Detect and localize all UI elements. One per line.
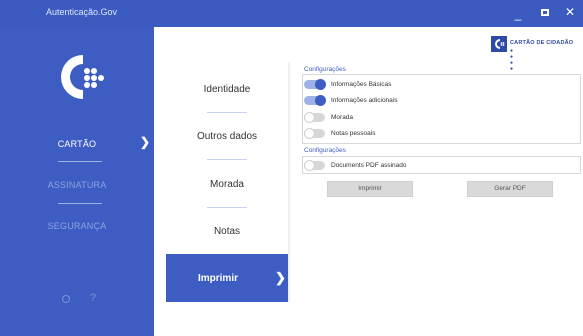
brand-text: CARTÃO DE CIDADÃO [510,40,574,46]
sidebar-divider [58,203,102,204]
toggle-label: Morada [331,114,354,121]
sidebar-item-seguranca[interactable]: SEGURANÇA [0,216,154,236]
sidebar-item-assinatura[interactable]: ASSINATURA [0,175,154,195]
app-title: Autenticação.Gov [46,7,118,17]
help-icon[interactable]: ? [90,292,96,304]
settings-icon[interactable] [62,295,70,303]
title-bar: Autenticação.Gov _ ✕ [0,0,583,27]
maximize-icon [541,9,549,16]
app-logo-icon [61,55,104,99]
sidebar-divider [58,161,102,162]
chevron-right-icon: ❯ [275,270,286,285]
close-button[interactable]: ✕ [562,4,578,20]
menu-item-notas[interactable]: Notas [166,226,288,237]
menu-item-imprimir[interactable]: Imprimir ❯ [166,254,288,302]
toggle-label: Informações adicionais [331,97,398,104]
panel-divider [288,62,290,302]
sidebar-item-label: ASSINATURA [47,180,107,190]
toggle-switch[interactable] [304,79,326,90]
maximize-button[interactable] [537,4,553,20]
toggle-knob [315,79,326,90]
toggle-label: Documents PDF assinado [331,162,407,169]
toggle-label: Informações Básicas [331,81,392,88]
menu-item-morada[interactable]: Morada [166,179,288,190]
menu-item-identidade[interactable]: Identidade [166,84,288,95]
toggle-knob [304,112,315,123]
generate-pdf-button[interactable]: Gerar PDF [467,181,553,197]
toggle-switch[interactable] [304,160,325,171]
toggle-label: Notas pessoais [331,130,376,137]
toggle-switch[interactable] [304,112,325,123]
toggle-switch[interactable] [304,128,325,139]
menu-divider [207,112,247,113]
menu-divider [207,159,247,160]
print-button[interactable]: Imprimir [327,181,413,197]
cartao-cidadao-logo-icon [491,36,507,52]
sidebar: CARTÃO ❯ ASSINATURA SEGURANÇA ? [0,27,154,336]
sidebar-item-cartao[interactable]: CARTÃO [0,134,154,154]
toggle-switch[interactable] [304,95,326,106]
menu-item-outros-dados[interactable]: Outros dados [166,131,288,142]
sidebar-item-label: SEGURANÇA [47,221,107,231]
menu-item-label: Imprimir [197,273,238,284]
menu-divider [207,207,247,208]
section-title: Configurações [304,66,346,73]
toggle-knob [315,95,326,106]
sidebar-item-label: CARTÃO [57,139,97,149]
section-title: Configurações [304,147,346,154]
brand-dots: ● ● ● ● [510,48,515,72]
toggle-knob [304,128,315,139]
toggle-knob [304,160,315,171]
minimize-button[interactable]: _ [510,6,526,22]
chevron-right-icon: ❯ [140,135,151,149]
